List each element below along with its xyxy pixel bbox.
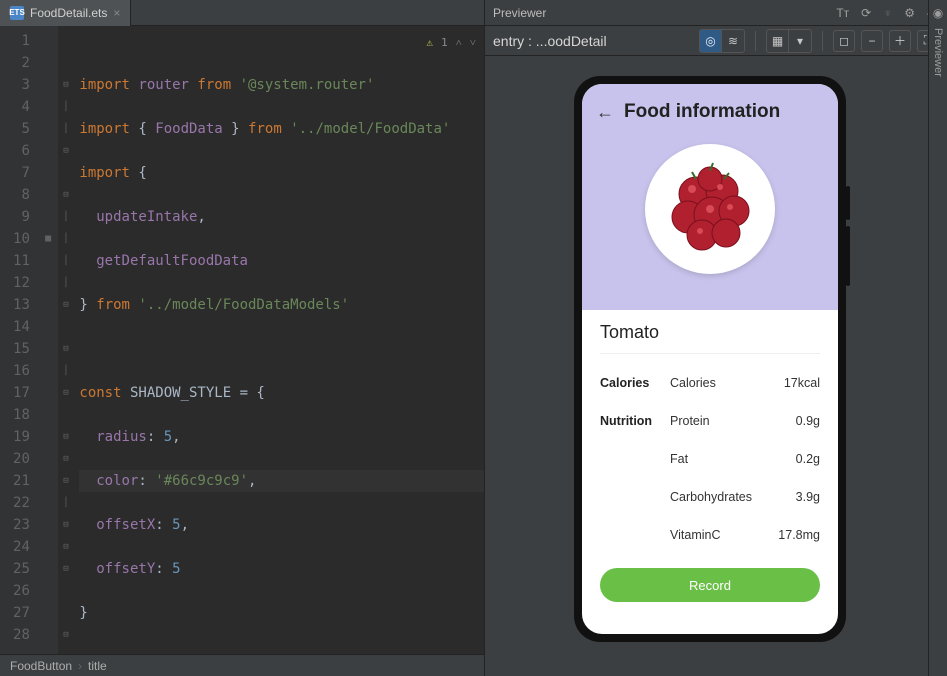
- editor-tab-fooddetail[interactable]: ETS FoodDetail.ets ×: [0, 0, 131, 26]
- chevron-right-icon: ›: [78, 659, 82, 673]
- eye-icon[interactable]: ◉: [933, 6, 943, 20]
- layout-mode-group: ▦ ▾: [766, 29, 812, 53]
- nutrient-value: 0.2g: [760, 452, 820, 466]
- chevron-up-icon[interactable]: ˄: [456, 32, 462, 54]
- section-label: Calories: [600, 376, 670, 390]
- app-header: ← Food information: [582, 84, 838, 140]
- previewer-title: Previewer: [493, 6, 546, 20]
- breadcrumb[interactable]: FoodButton › title: [0, 654, 484, 676]
- inspect-toggle[interactable]: ◎: [700, 30, 722, 52]
- trophy-icon[interactable]: ♆: [883, 6, 892, 20]
- refresh-icon[interactable]: ⟳: [861, 6, 871, 20]
- nutrient-label: Protein: [670, 414, 760, 428]
- table-row: Calories Calories 17kcal: [600, 364, 820, 402]
- table-row: VitaminC 17.8mg: [600, 516, 820, 554]
- record-button-label: Record: [689, 578, 731, 593]
- ets-file-icon: ETS: [10, 6, 24, 20]
- previewer-entry-label: entry : ...oodDetail: [493, 33, 607, 49]
- record-button[interactable]: Record: [600, 568, 820, 602]
- chevron-down-icon[interactable]: ˅: [470, 32, 476, 54]
- nutrient-label: VitaminC: [670, 528, 760, 542]
- previewer-canvas[interactable]: ← Food information: [485, 56, 947, 676]
- previewer-titlebar: Previewer Tᴛ ⟳ ♆ ⚙ —: [485, 0, 947, 26]
- font-size-icon[interactable]: Tᴛ: [836, 6, 849, 20]
- breadcrumb-item[interactable]: FoodButton: [10, 659, 72, 673]
- editor-tab-label: FoodDetail.ets: [30, 6, 107, 20]
- inspection-badge[interactable]: ⚠ 1 ˄ ˅: [426, 32, 476, 54]
- line-number-gutter: 123456789 101112131415161718 19202122232…: [0, 26, 38, 654]
- back-icon[interactable]: ←: [596, 102, 614, 123]
- gear-icon[interactable]: ⚙: [904, 6, 915, 20]
- nutrient-label: Calories: [670, 376, 760, 390]
- previewer-pane: Previewer Tᴛ ⟳ ♆ ⚙ — entry : ...oodDetai…: [484, 0, 947, 676]
- device-side-button: [846, 226, 850, 286]
- inspect-mode-group: ◎ ≋: [699, 29, 745, 53]
- hero-area: [582, 140, 838, 310]
- nutrient-value: 3.9g: [760, 490, 820, 504]
- device-screen: ← Food information: [582, 84, 838, 634]
- device-frame: ← Food information: [574, 76, 846, 642]
- food-image: [645, 144, 775, 274]
- table-row: Carbohydrates 3.9g: [600, 478, 820, 516]
- rail-previewer-tab[interactable]: Previewer: [932, 28, 944, 77]
- editor-tab-bar: ETS FoodDetail.ets ×: [0, 0, 484, 26]
- table-row: Nutrition Protein 0.9g: [600, 402, 820, 440]
- right-tool-rail: ◉ Previewer: [928, 0, 947, 676]
- zoom-in-icon[interactable]: ＋: [889, 30, 911, 52]
- close-icon[interactable]: ×: [113, 6, 120, 20]
- table-row: Fat 0.2g: [600, 440, 820, 478]
- warning-icon: ⚠: [426, 32, 433, 54]
- previewer-toolbar: entry : ...oodDetail ◎ ≋ ▦ ▾ ◻ − ＋ ⛶: [485, 26, 947, 56]
- nutrient-value: 17kcal: [760, 376, 820, 390]
- bookmark-icon: ■: [38, 228, 59, 250]
- nutrient-value: 0.9g: [760, 414, 820, 428]
- zoom-out-icon[interactable]: −: [861, 30, 883, 52]
- nutrient-label: Fat: [670, 452, 760, 466]
- crop-icon[interactable]: ◻: [833, 30, 855, 52]
- fold-gutter: ⊟││⊟⊟││││⊟ ⊟│⊟⊟⊟⊟│⊟⊟⊟⊟: [58, 26, 73, 654]
- device-side-button: [846, 186, 850, 220]
- nutrient-label: Carbohydrates: [670, 490, 760, 504]
- code-content[interactable]: ⚠ 1 ˄ ˅ import router from '@system.rout…: [73, 26, 484, 654]
- section-label: Nutrition: [600, 414, 670, 428]
- grid-icon[interactable]: ▦: [767, 30, 789, 52]
- nutrient-value: 17.8mg: [760, 528, 820, 542]
- food-name: Tomato: [582, 310, 838, 347]
- nutrition-table: Calories Calories 17kcal Nutrition Prote…: [582, 354, 838, 554]
- editor-pane: ETS FoodDetail.ets × 123456789 101112131…: [0, 0, 484, 676]
- chevron-down-icon[interactable]: ▾: [789, 30, 811, 52]
- code-area[interactable]: 123456789 101112131415161718 19202122232…: [0, 26, 484, 654]
- warning-count: 1: [441, 32, 448, 54]
- layers-toggle[interactable]: ≋: [722, 30, 744, 52]
- page-title: Food information: [624, 101, 780, 123]
- breadcrumb-item[interactable]: title: [88, 659, 107, 673]
- marker-gutter: ■: [38, 26, 59, 654]
